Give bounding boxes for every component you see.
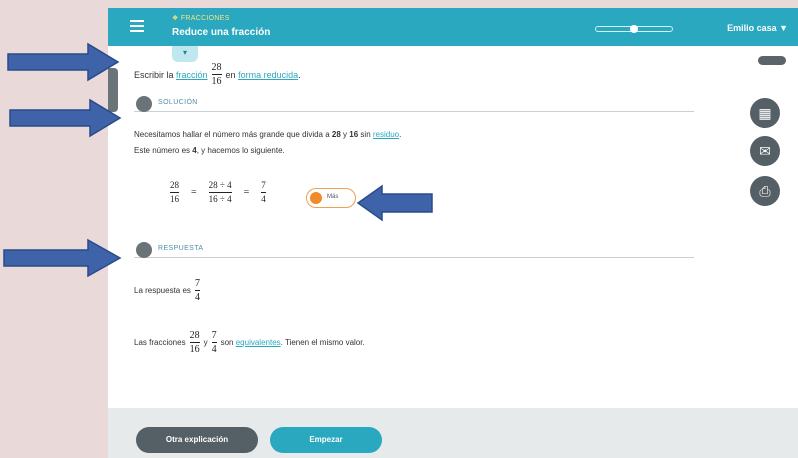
calculator-icon[interactable]: ▦ <box>750 98 780 128</box>
problem-fraction: 28 16 <box>211 62 222 87</box>
info-icon <box>310 192 322 204</box>
more-button[interactable]: Más <box>306 188 356 208</box>
answer-heading: RESPUESTA <box>134 242 694 258</box>
arrow-left-icon <box>356 184 433 222</box>
section-number-icon <box>136 96 152 112</box>
user-menu[interactable]: Emilio casa ▼ <box>727 23 788 33</box>
mail-icon[interactable]: ✉ <box>750 136 780 166</box>
answer-line-2: Las fracciones 28 16 y 74 son equivalente… <box>134 330 365 355</box>
app-window: ❖ FRACCIONES Reduce una fracción Emilio … <box>108 8 798 458</box>
solution-line-2: Este número es 4, y hacemos lo siguiente… <box>134 146 285 155</box>
reduced-form-link[interactable]: forma reducida <box>238 70 298 80</box>
start-button[interactable]: Empezar <box>270 427 382 453</box>
arrow-right-icon <box>9 98 122 138</box>
remainder-link[interactable]: residuo <box>373 130 399 139</box>
equivalent-link[interactable]: equivalentes <box>236 338 281 347</box>
answer-line-1: La respuesta es 74 <box>134 278 200 303</box>
problem-statement: Escribir la fracción 28 16 en forma reduc… <box>134 62 301 87</box>
solution-heading: SOLUCIÓN <box>134 96 694 112</box>
top-bar: ❖ FRACCIONES Reduce una fracción Emilio … <box>108 8 798 46</box>
breadcrumb[interactable]: ❖ FRACCIONES <box>172 14 230 22</box>
status-badge <box>758 56 786 65</box>
page-title: Reduce una fracción <box>172 27 271 38</box>
hamburger-icon[interactable] <box>130 20 144 32</box>
print-icon[interactable]: ⎙ <box>750 176 780 206</box>
arrow-right-icon <box>7 42 120 82</box>
progress-bar <box>595 25 673 33</box>
section-number-icon <box>136 242 152 258</box>
other-explanation-button[interactable]: Otra explicación <box>136 427 258 453</box>
footer: Otra explicación Empezar <box>108 408 798 458</box>
fraction-link[interactable]: fracción <box>176 70 208 80</box>
reduction-math: 28 16 = 28 ÷ 4 16 ÷ 4 = 74 <box>170 180 266 204</box>
arrow-right-icon <box>3 238 122 278</box>
solution-line-1: Necesitamos hallar el número más grande … <box>134 130 402 139</box>
chevron-down-icon[interactable]: ▾ <box>172 46 198 62</box>
